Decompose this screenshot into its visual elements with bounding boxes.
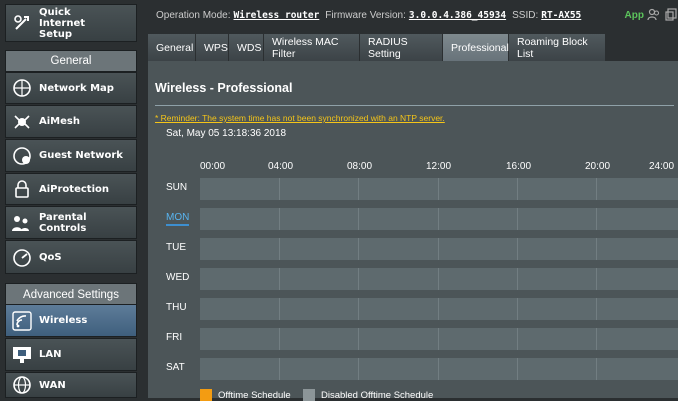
hour-label: 08:00 (347, 161, 373, 172)
sidebar-item-parental-controls[interactable]: Parental Controls (5, 206, 137, 239)
quick-setup-icon (11, 12, 33, 34)
sidebar: Quick Internet Setup General Network Map… (0, 0, 142, 398)
hour-label: 12:00 (426, 161, 452, 172)
sidebar-item-label: Parental Controls (39, 211, 87, 234)
sidebar-item-label: WAN (39, 379, 66, 391)
hour-label: 04:00 (268, 161, 294, 172)
app-link[interactable]: App (625, 10, 644, 21)
tab-professional[interactable]: Professional (443, 34, 509, 61)
sidebar-item-qos[interactable]: QoS (5, 240, 137, 274)
status-bar: Operation Mode: Wireless router Firmware… (148, 0, 678, 30)
general-section-header: General (5, 50, 137, 72)
operation-mode-label: Operation Mode: (156, 9, 231, 21)
quick-internet-setup-label: Quick Internet Setup (39, 6, 86, 40)
tab-general[interactable]: General (148, 34, 196, 61)
schedule-row-thu[interactable] (200, 298, 678, 320)
qos-gauge-icon (11, 246, 33, 268)
day-label-wed: WED (166, 272, 190, 283)
schedule-row-fri[interactable] (200, 328, 678, 350)
hour-label: 16:00 (506, 161, 532, 172)
sidebar-item-label: Network Map (39, 82, 114, 94)
network-map-icon (11, 77, 33, 99)
firmware-version-link[interactable]: 3.0.0.4.386_45934 (409, 10, 506, 21)
legend-swatch-disabled (303, 389, 315, 401)
page-title: Wireless - Professional (155, 81, 293, 95)
wireless-icon (11, 310, 33, 332)
tab-wps[interactable]: WPS (196, 34, 229, 61)
schedule-row-sat[interactable] (200, 358, 678, 380)
advanced-settings-header: Advanced Settings (5, 283, 137, 306)
system-time: Sat, May 05 13:18:36 2018 (166, 128, 287, 139)
ntp-reminder-link[interactable]: * Reminder: The system time has not been… (155, 113, 445, 123)
sidebar-item-label: Wireless (39, 315, 88, 326)
hour-label: 00:00 (200, 161, 226, 172)
tab-wds[interactable]: WDS (229, 34, 264, 61)
aimesh-icon (11, 111, 33, 133)
hour-label: 24:00 (649, 161, 675, 172)
title-divider (155, 105, 674, 106)
sidebar-item-label: QoS (39, 251, 62, 263)
lan-icon (11, 344, 33, 366)
parental-controls-icon (11, 212, 33, 234)
day-label-thu: THU (166, 302, 187, 313)
sidebar-item-wireless[interactable]: Wireless (5, 304, 137, 337)
tab-radius-setting[interactable]: RADIUS Setting (360, 34, 443, 61)
ssid-link[interactable]: RT-AX55 (541, 10, 581, 21)
guest-network-icon (11, 145, 33, 167)
sidebar-item-aiprotection[interactable]: AiProtection (5, 173, 137, 205)
tab-roaming-block-list[interactable]: Roaming Block List (509, 34, 606, 61)
ssid-label: SSID: (512, 9, 539, 21)
schedule-row-wed[interactable] (200, 268, 678, 290)
legend-swatch-offtime (200, 389, 212, 401)
firmware-version-label: Firmware Version: (325, 9, 406, 21)
user-icon[interactable] (647, 8, 660, 24)
schedule-row-sun[interactable] (200, 178, 678, 200)
aiprotection-lock-icon (11, 178, 33, 200)
day-label-mon[interactable]: MON (166, 212, 190, 226)
sidebar-item-wan[interactable]: WAN (5, 372, 137, 398)
hour-label: 20:00 (585, 161, 611, 172)
day-label-tue: TUE (166, 242, 186, 253)
sidebar-item-label: AiProtection (39, 183, 109, 195)
main-panel: Wireless - Professional * Reminder: The … (148, 61, 678, 401)
sidebar-item-label: LAN (39, 349, 62, 360)
wan-globe-icon (11, 374, 33, 396)
quick-internet-setup-button[interactable]: Quick Internet Setup (5, 4, 137, 42)
sidebar-item-lan[interactable]: LAN (5, 338, 137, 371)
copy-icon[interactable] (665, 8, 677, 24)
tab-bar: General WPS WDS Wireless MAC Filter RADI… (148, 34, 678, 61)
legend-offtime: Offtime Schedule (200, 389, 291, 401)
schedule-row-tue[interactable] (200, 238, 678, 260)
legend-label: Offtime Schedule (218, 389, 291, 401)
sidebar-item-label: AiMesh (39, 116, 80, 127)
legend-disabled-offtime: Disabled Offtime Schedule (303, 389, 433, 401)
sidebar-item-label: Guest Network (39, 150, 123, 161)
day-label-sat: SAT (166, 362, 185, 373)
tab-wireless-mac-filter[interactable]: Wireless MAC Filter (264, 34, 360, 61)
day-label-fri: FRI (166, 332, 183, 343)
day-label-sun: SUN (166, 182, 188, 193)
sidebar-item-network-map[interactable]: Network Map (5, 72, 137, 104)
legend-label: Disabled Offtime Schedule (321, 389, 434, 401)
operation-mode-link[interactable]: Wireless router (234, 10, 320, 21)
sidebar-item-aimesh[interactable]: AiMesh (5, 105, 137, 138)
sidebar-item-guest-network[interactable]: Guest Network (5, 139, 137, 172)
schedule-row-mon[interactable] (200, 208, 678, 230)
